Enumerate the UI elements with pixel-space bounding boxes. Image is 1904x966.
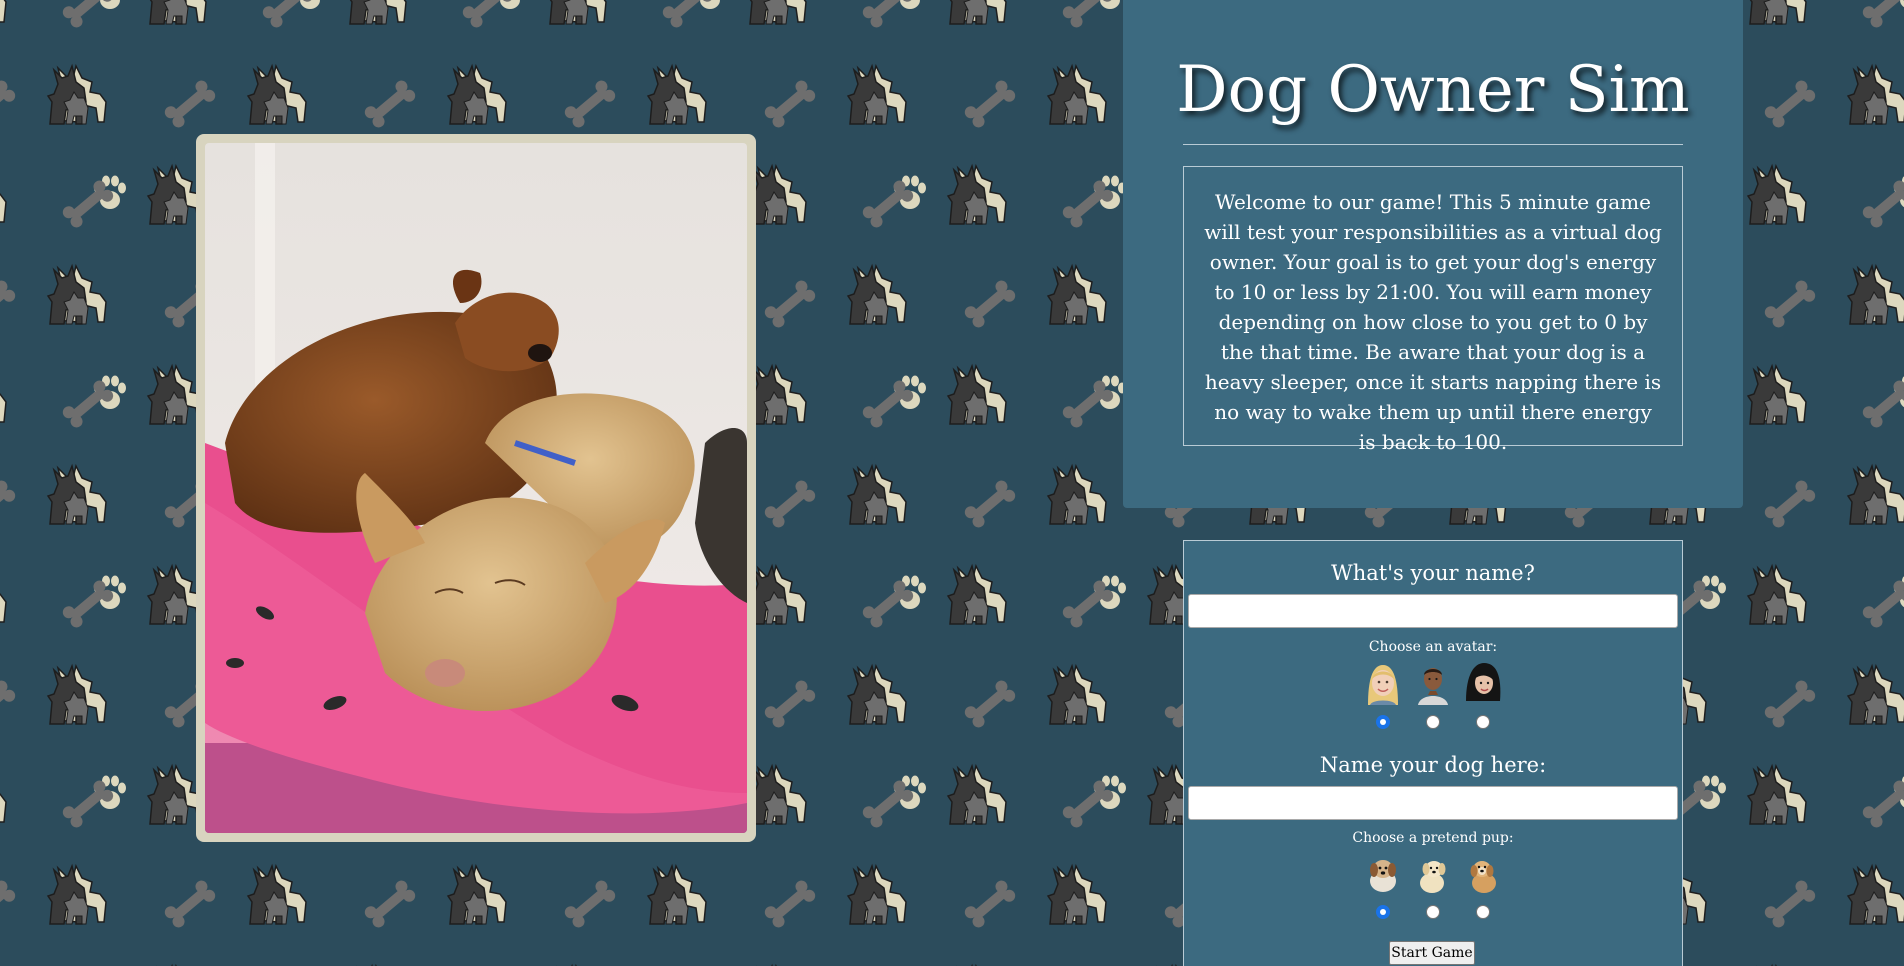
avatar-option-3[interactable] [1462,661,1504,729]
setup-form: What's your name? Choose an avatar: Name… [1183,540,1683,966]
name-label: What's your name? [1331,561,1535,585]
avatar-blonde-woman-icon[interactable] [1362,661,1404,705]
pup-tan-puppy-icon[interactable] [1462,851,1504,895]
avatar-radio-1[interactable] [1376,715,1390,729]
intro-text: Welcome to our game! This 5 minute game … [1183,166,1683,454]
pup-option-3[interactable] [1462,851,1504,919]
photo-frame [196,134,756,842]
pup-option-2[interactable] [1412,851,1454,919]
avatar-label: Choose an avatar: [1368,639,1498,655]
pup-radio-2[interactable] [1426,905,1440,919]
pup-radio-1[interactable] [1376,905,1390,919]
avatar-man-icon[interactable] [1412,661,1454,705]
title-divider [1183,144,1683,145]
pup-golden-puppy-icon[interactable] [1412,851,1454,895]
avatar-radio-3[interactable] [1476,715,1490,729]
pup-radio-3[interactable] [1476,905,1490,919]
avatar-option-2[interactable] [1412,661,1454,729]
dog-name-input[interactable] [1188,786,1678,820]
sleeping-dogs-photo [205,143,747,833]
start-game-button[interactable]: Start Game [1389,941,1475,965]
avatar-radio-2[interactable] [1426,715,1440,729]
pup-label: Choose a pretend pup: [1352,830,1514,846]
page-title: Dog Owner Sim [1176,53,1690,127]
dog-name-label: Name your dog here: [1319,753,1547,777]
avatar-choices [1184,661,1682,729]
avatar-dark-hair-woman-icon[interactable] [1462,661,1504,705]
intro-panel: Dog Owner Sim Welcome to our game! This … [1123,0,1743,508]
player-name-input[interactable] [1188,594,1678,628]
avatar-option-1[interactable] [1362,661,1404,729]
pup-choices [1184,851,1682,919]
pup-option-1[interactable] [1362,851,1404,919]
pup-pekingese-icon[interactable] [1362,851,1404,895]
